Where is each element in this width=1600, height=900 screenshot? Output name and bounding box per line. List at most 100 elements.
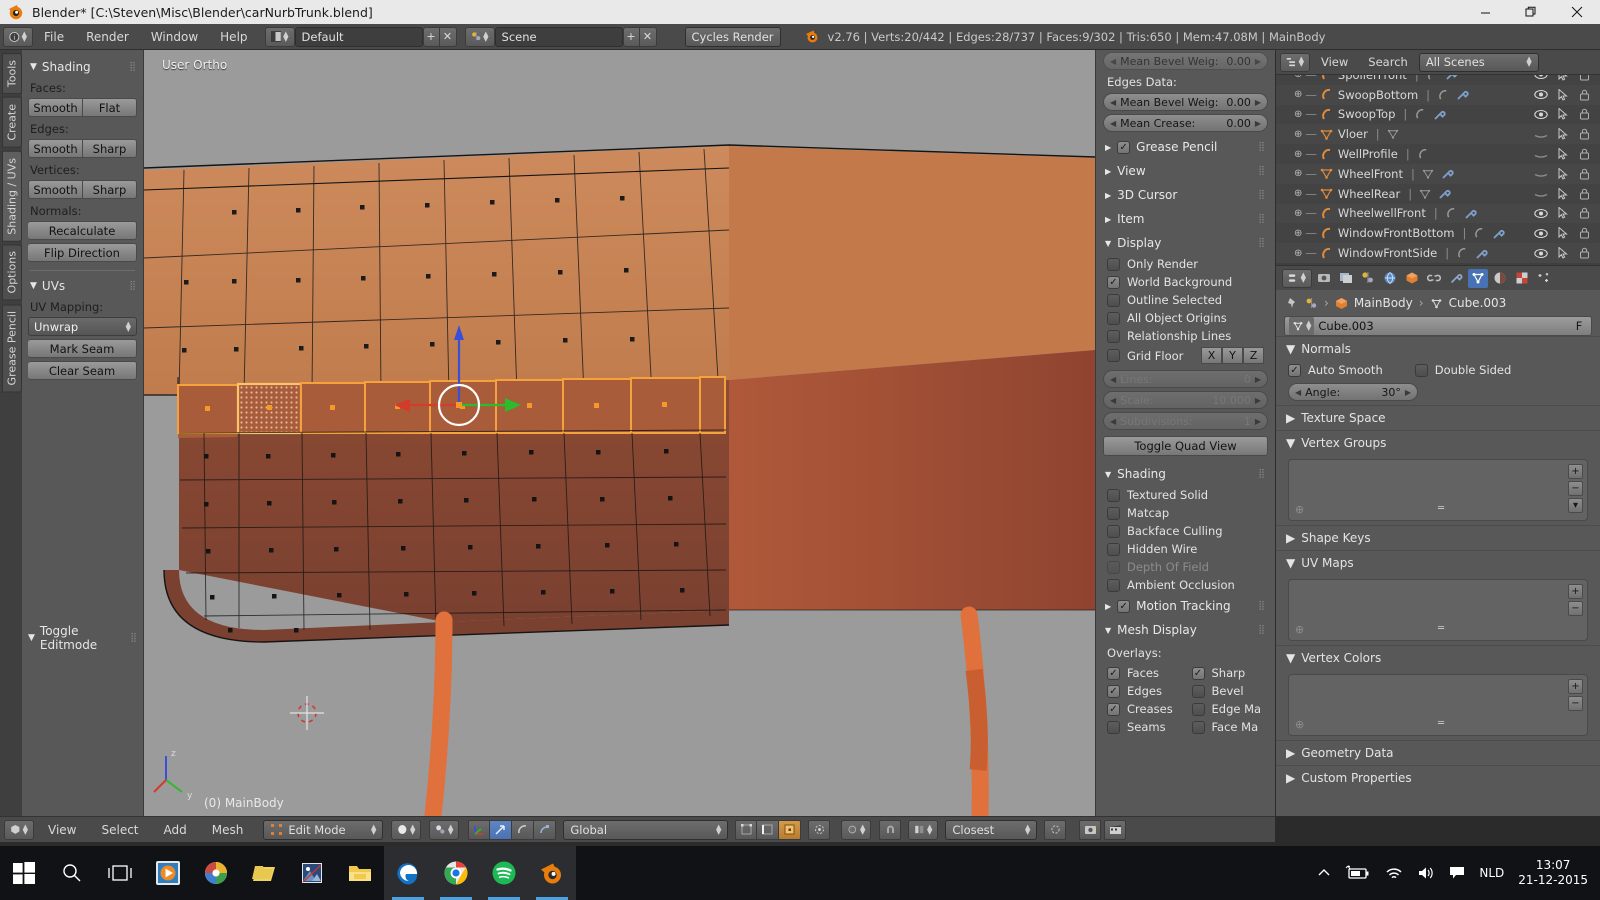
expand-toggle-icon[interactable]: ⊕ [1294,168,1302,179]
outliner-item-label[interactable]: WheelFront [1338,167,1403,181]
scene-dropdown[interactable]: Scene [494,26,623,47]
tab-texture-icon[interactable] [1512,269,1532,288]
hidden-wire-checkbox[interactable] [1107,542,1120,556]
expand-toggle-icon[interactable]: ⊕ [1294,129,1302,140]
viewport-menu-mesh[interactable]: Mesh [201,818,255,842]
relationship-lines-row[interactable]: Relationship Lines [1103,327,1268,345]
mean-bevel-weight-field[interactable]: ◀ Mean Bevel Weig: 0.00 ▶ [1103,93,1268,111]
faces-flat-button[interactable]: Flat [83,98,137,117]
show-hidden-icons-icon[interactable] [1317,866,1331,880]
tab-grease-pencil[interactable]: Grease Pencil [2,303,22,393]
render-engine-dropdown[interactable]: Cycles Render [684,26,781,47]
outliner-row[interactable]: ⊕ — WellProfile | [1276,144,1600,164]
snap-target-dropdown[interactable]: Closest ▲ ▼ [945,819,1038,840]
scale-manipulator-button[interactable] [534,819,557,840]
expand-toggle-icon[interactable]: ⊕ [1294,109,1302,120]
vertex-colors-list[interactable]: ⊕ ═ + − [1288,674,1588,736]
selectability-toggle-icon[interactable] [1558,108,1569,121]
grease-pencil-checkbox[interactable]: ✓ [1117,140,1131,154]
auto-smooth-angle-field[interactable]: ◀ Angle: 30° ▶ [1288,383,1418,401]
outliner-row[interactable]: ⊕ — WheelFront | [1276,163,1600,184]
flip-direction-button[interactable]: Flip Direction [28,243,137,262]
section-motion-tracking[interactable]: ▶ ✓ Motion Tracking ⣿ [1103,594,1268,618]
vertices-smooth-button[interactable]: Smooth [28,180,83,199]
section-view[interactable]: ▶ View ⣿ [1103,159,1268,183]
search-icon[interactable] [48,846,96,900]
outliner-item-label[interactable]: WheelRear [1338,187,1400,201]
selectability-toggle-icon[interactable] [1558,128,1569,140]
tab-object-data-icon[interactable] [1468,268,1488,288]
overlay-edges-row[interactable]: ✓ Edges [1103,682,1184,700]
remove-uv-map-button[interactable]: − [1568,601,1583,616]
visibility-toggle-icon[interactable] [1534,248,1548,259]
world-background-row[interactable]: ✓ World Background [1103,273,1268,291]
section-item[interactable]: ▶ Item ⣿ [1103,207,1268,231]
viewport-canvas[interactable]: z y [144,50,1095,816]
overlay-sharp-row[interactable]: ✓ Sharp [1188,664,1269,682]
tab-constraints-icon[interactable] [1424,269,1444,288]
outliner-menu-search[interactable]: Search [1359,52,1417,72]
toggle-editmode-header[interactable]: ▼ Toggle Editmode ⣿ [28,624,138,652]
proportional-edit-button[interactable]: ▲ ▼ [841,819,872,840]
language-indicator[interactable]: NLD [1479,866,1504,880]
modifier-icon[interactable] [1433,108,1446,121]
remove-vertex-group-button[interactable]: − [1568,481,1583,496]
outliner-display-mode-dropdown[interactable]: All Scenes ▲ ▼ [1418,52,1539,72]
menu-help[interactable]: Help [209,25,258,49]
overlay-bevel-row[interactable]: Bevel [1188,682,1269,700]
folder-yellow-icon[interactable] [240,846,288,900]
list-filter-icon[interactable]: ⊕ [1295,623,1304,636]
right-arrow-icon[interactable]: ▶ [1251,119,1261,128]
restore-button[interactable] [1508,0,1554,24]
object-data-icon[interactable] [1445,207,1457,219]
add-scene-button[interactable]: + [622,26,640,47]
menu-file[interactable]: File [33,25,75,49]
photo-icon[interactable] [288,846,336,900]
pivot-point-button[interactable]: ▲ ▼ [429,819,460,840]
selectability-toggle-icon[interactable] [1558,207,1569,220]
expand-toggle-icon[interactable]: ⊕ [1294,75,1302,80]
section-mesh-display[interactable]: ▼ Mesh Display ⣿ [1103,618,1268,642]
auto-smooth-row[interactable]: ✓ Auto Smooth [1288,361,1387,379]
render-toggle-icon[interactable] [1579,108,1590,120]
all-object-origins-checkbox[interactable] [1107,311,1120,325]
section-grease-pencil[interactable]: ▶ ✓ Grease Pencil ⣿ [1103,135,1268,159]
tab-options[interactable]: Options [2,244,22,301]
visibility-toggle-icon[interactable] [1534,168,1548,179]
overlay-bevel-checkbox[interactable] [1191,684,1205,698]
visibility-toggle-icon[interactable] [1534,89,1548,100]
selectability-toggle-icon[interactable] [1558,187,1569,200]
spotify-icon[interactable] [480,846,528,900]
rotate-manipulator-button[interactable] [512,819,535,840]
overlay-sharp-checkbox[interactable]: ✓ [1191,666,1205,680]
outliner-row[interactable]: ⊕ — WheelwellFront | [1276,203,1600,224]
recalculate-normals-button[interactable]: Recalculate [28,221,137,240]
outliner-row[interactable]: ⊕ — WheelRear | [1276,183,1600,204]
menu-render[interactable]: Render [75,25,140,49]
vertex-group-specials-button[interactable]: ▾ [1568,498,1583,513]
expand-toggle-icon[interactable]: ⊕ [1294,228,1302,239]
edges-sharp-button[interactable]: Sharp [83,139,137,158]
grid-axis-x-button[interactable]: X [1201,347,1222,364]
outliner-item-label[interactable]: WellProfile [1338,147,1398,161]
toggle-quad-view-button[interactable]: Toggle Quad View [1103,436,1268,456]
edge-select-mode-button[interactable] [757,819,780,840]
render-toggle-icon[interactable] [1579,148,1590,160]
outliner-item-label[interactable]: WheelwellFront [1338,206,1426,220]
shading-panel-header[interactable]: ▼ Shading ⣿ [30,60,137,74]
backface-culling-checkbox[interactable] [1107,524,1120,538]
expand-toggle-icon[interactable]: ⊕ [1294,208,1302,219]
section-viewport-shading[interactable]: ▼ Shading ⣿ [1103,462,1268,486]
tab-modifiers-icon[interactable] [1446,269,1466,288]
render-toggle-icon[interactable] [1579,168,1590,180]
modifier-icon[interactable] [1441,167,1454,180]
uv-unwrap-dropdown[interactable]: Unwrap ▲ ▼ [28,317,137,336]
clear-seam-button[interactable]: Clear Seam [28,361,137,380]
minimize-button[interactable] [1462,0,1508,24]
viewport-menu-select[interactable]: Select [90,818,149,842]
tab-shading-uvs[interactable]: Shading / UVs [2,150,22,242]
datablock-type-icon[interactable]: ▲ ▼ [1289,317,1315,335]
edges-smooth-button[interactable]: Smooth [28,139,83,158]
tab-render-icon[interactable] [1314,269,1334,288]
chrome-icon[interactable] [432,846,480,900]
